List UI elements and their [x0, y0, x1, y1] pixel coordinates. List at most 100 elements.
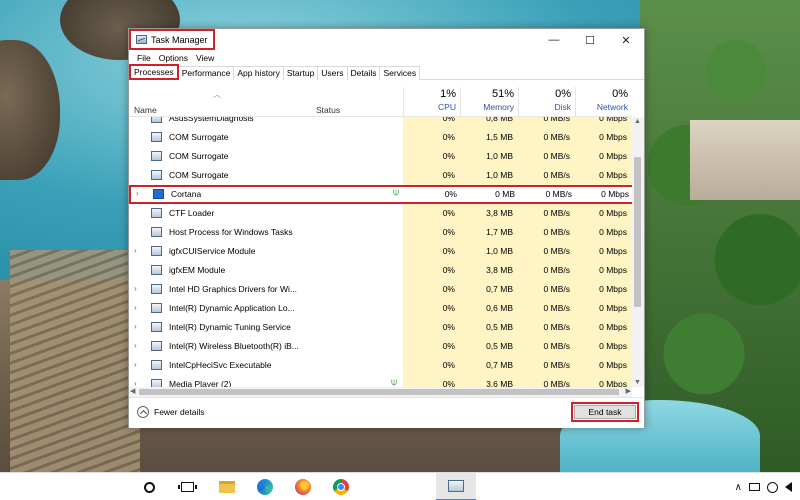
- tray-chevron-icon[interactable]: ∧: [735, 482, 742, 493]
- tab-processes[interactable]: Processes: [129, 64, 179, 80]
- task-manager-icon: [448, 480, 464, 492]
- expand-chevron-icon[interactable]: ›: [134, 341, 137, 350]
- process-row[interactable]: CTF Loader 0% 3,8 MB 0 MB/s 0 Mbps: [129, 204, 632, 223]
- network-cell: 0 Mbps: [575, 147, 632, 166]
- process-icon: [151, 208, 162, 218]
- network-cell: 0 Mbps: [575, 280, 632, 299]
- disk-cell: 0 MB/s: [518, 223, 575, 242]
- process-row[interactable]: COM Surrogate 0% 1,0 MB 0 MB/s 0 Mbps: [129, 147, 632, 166]
- window-title: Task Manager: [151, 34, 208, 45]
- expand-chevron-icon[interactable]: ›: [136, 189, 139, 198]
- battery-icon[interactable]: [749, 483, 760, 491]
- column-memory[interactable]: 51% Memory: [460, 87, 518, 117]
- network-cell: 0 Mbps: [601, 189, 629, 199]
- column-network[interactable]: 0% Network: [575, 87, 632, 117]
- edge-button[interactable]: [246, 473, 284, 500]
- memory-cell: 1,5 MB: [460, 128, 518, 147]
- task-manager-taskbar-button[interactable]: [436, 473, 476, 500]
- memory-cell: 1,0 MB: [460, 166, 518, 185]
- cpu-cell: 0%: [403, 117, 460, 128]
- tab-app-history[interactable]: App history: [233, 66, 284, 80]
- title-bar[interactable]: Task Manager — ☐ ✕: [129, 29, 644, 51]
- disk-cell: 0 MB/s: [518, 318, 575, 337]
- disk-cell: 0 MB/s: [518, 117, 575, 128]
- process-icon: [151, 170, 162, 180]
- process-row[interactable]: COM Surrogate 0% 1,5 MB 0 MB/s 0 Mbps: [129, 128, 632, 147]
- process-icon: [151, 379, 162, 387]
- menu-options[interactable]: Options: [155, 51, 192, 65]
- scroll-down-icon[interactable]: ▼: [634, 379, 641, 386]
- menu-file[interactable]: File: [133, 51, 155, 65]
- column-disk[interactable]: 0% Disk: [518, 87, 575, 117]
- tab-startup[interactable]: Startup: [282, 66, 319, 80]
- expand-chevron-icon[interactable]: ›: [134, 322, 137, 331]
- network-icon[interactable]: [767, 481, 778, 493]
- end-task-button[interactable]: End task: [574, 405, 636, 419]
- vertical-scrollbar[interactable]: ▲ ▼: [631, 117, 644, 387]
- fewer-details-button[interactable]: Fewer details: [137, 406, 205, 418]
- column-cpu[interactable]: 1% CPU: [403, 87, 460, 117]
- cpu-cell: 0%: [403, 318, 460, 337]
- maximize-button[interactable]: ☐: [572, 29, 608, 51]
- process-row[interactable]: › Intel(R) Dynamic Tuning Service 0% 0,5 MB…: [129, 318, 632, 337]
- process-row-highlighted[interactable]: › Cortana ⍦ 0% 0 MB 0 MB/s 0 Mbps: [129, 185, 632, 204]
- horizontal-scrollbar[interactable]: ◀ ▶: [129, 387, 632, 397]
- tab-users[interactable]: Users: [317, 66, 348, 80]
- expand-chevron-icon[interactable]: ›: [134, 360, 137, 369]
- process-row[interactable]: AsusSystemDiagnosis 0% 0,8 MB 0 MB/s 0 Mbps: [129, 117, 632, 128]
- scroll-up-icon[interactable]: ▲: [634, 118, 641, 125]
- process-name: Intel HD Graphics Drivers for Wi...: [169, 284, 297, 294]
- column-status[interactable]: Status: [316, 105, 340, 115]
- memory-cell: 0,5 MB: [460, 318, 518, 337]
- expand-chevron-icon[interactable]: ›: [134, 246, 137, 255]
- tab-services[interactable]: Services: [379, 66, 421, 80]
- memory-cell: 1,7 MB: [460, 223, 518, 242]
- expand-chevron-icon[interactable]: ›: [134, 303, 137, 312]
- process-name: Intel(R) Dynamic Application Lo...: [169, 303, 295, 313]
- cpu-cell: 0%: [403, 223, 460, 242]
- process-row[interactable]: › igfxCUIService Module 0% 1,0 MB 0 MB/s 0 Mb…: [129, 242, 632, 261]
- close-button[interactable]: ✕: [608, 29, 644, 51]
- volume-icon[interactable]: [785, 482, 792, 492]
- process-row[interactable]: › Intel(R) Dynamic Application Lo... 0% 0,6…: [129, 299, 632, 318]
- firefox-button[interactable]: [284, 473, 322, 500]
- disk-cell: 0 MB/s: [518, 280, 575, 299]
- process-name: Media Player (2): [169, 379, 232, 387]
- process-row[interactable]: Host Process for Windows Tasks 0% 1,7 MB 0 …: [129, 223, 632, 242]
- process-icon: [151, 117, 162, 123]
- process-icon: [151, 303, 162, 313]
- column-name[interactable]: Name: [134, 105, 157, 115]
- process-icon: [151, 132, 162, 142]
- process-row[interactable]: › Intel HD Graphics Drivers for Wi... 0% 0,…: [129, 280, 632, 299]
- network-cell: 0 Mbps: [575, 204, 632, 223]
- process-icon: [151, 341, 162, 351]
- expand-chevron-icon[interactable]: ›: [134, 284, 137, 293]
- fewer-details-label: Fewer details: [154, 407, 205, 417]
- tab-performance[interactable]: Performance: [177, 66, 235, 80]
- scroll-left-icon[interactable]: ◀: [130, 387, 135, 397]
- scrollbar-thumb[interactable]: [634, 157, 641, 307]
- menu-view[interactable]: View: [192, 51, 218, 65]
- chrome-button[interactable]: [322, 473, 360, 500]
- task-view-button[interactable]: [168, 473, 206, 500]
- network-cell: 0 Mbps: [575, 356, 632, 375]
- process-row[interactable]: igfxEM Module 0% 3,8 MB 0 MB/s 0 Mbps: [129, 261, 632, 280]
- network-cell: 0 Mbps: [575, 166, 632, 185]
- process-row[interactable]: › Intel(R) Wireless Bluetooth(R) iB... 0% 0…: [129, 337, 632, 356]
- chrome-icon: [333, 479, 349, 495]
- tab-details[interactable]: Details: [346, 66, 381, 80]
- suspended-leaf-icon: ⍦: [393, 187, 399, 198]
- process-row[interactable]: COM Surrogate 0% 1,0 MB 0 MB/s 0 Mbps: [129, 166, 632, 185]
- scroll-right-icon[interactable]: ▶: [626, 387, 631, 397]
- process-row[interactable]: › Media Player (2) ⍦ 0% 3,6 MB 0 MB/s 0 Mbps: [129, 375, 632, 387]
- search-button[interactable]: [130, 473, 168, 500]
- firefox-icon: [295, 479, 311, 495]
- process-icon: [151, 246, 162, 256]
- scrollbar-thumb[interactable]: [139, 389, 619, 395]
- minimize-button[interactable]: —: [536, 29, 572, 51]
- expand-chevron-icon[interactable]: ›: [134, 379, 137, 387]
- file-explorer-button[interactable]: [208, 473, 246, 500]
- process-row[interactable]: › IntelCpHeciSvc Executable 0% 0,7 MB 0 MB/s…: [129, 356, 632, 375]
- disk-cell: 0 MB/s: [518, 166, 575, 185]
- end-task-highlight: End task: [571, 402, 639, 422]
